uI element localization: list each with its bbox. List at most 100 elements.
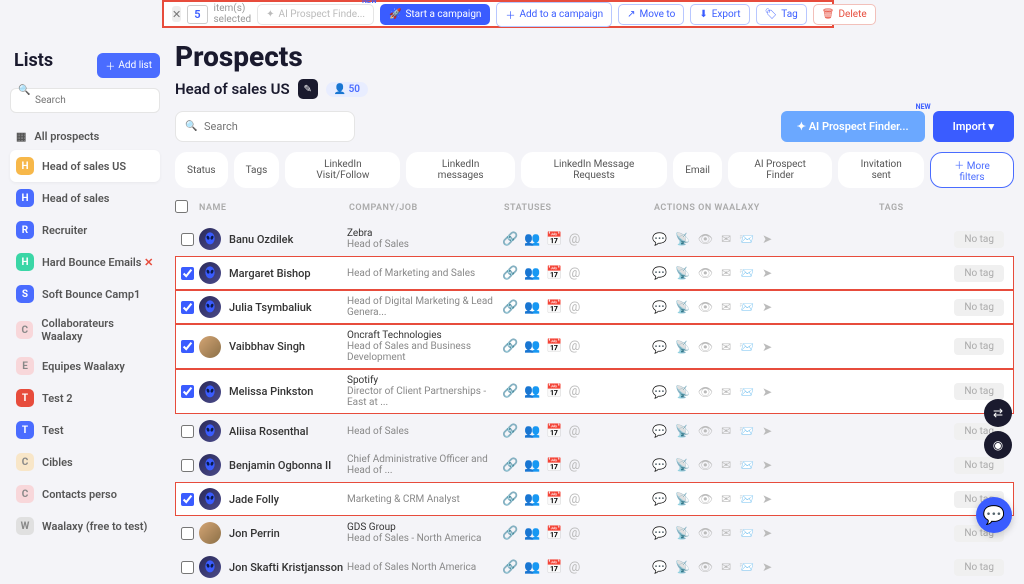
prospect-name[interactable]: Jon Perrin — [229, 527, 347, 540]
filter-chip[interactable]: AI Prospect Finder — [728, 152, 832, 188]
ai-prospect-finder-button[interactable]: ✦ AI Prospect Finde... — [257, 4, 374, 25]
people-icon: 👥 — [524, 266, 540, 281]
inbox-icon: 📨 — [739, 232, 754, 246]
no-tag-pill[interactable]: No tag — [954, 457, 1004, 474]
filter-chip[interactable]: Email — [673, 152, 722, 188]
import-button[interactable]: Import ▾ — [933, 111, 1014, 142]
no-tag-pill[interactable]: No tag — [954, 265, 1004, 282]
row-checkbox[interactable] — [181, 233, 194, 246]
row-checkbox[interactable] — [181, 340, 194, 353]
chat-icon: 💬 — [652, 232, 667, 246]
prospect-name[interactable]: Banu Ozdilek — [229, 233, 347, 246]
add-list-button[interactable]: ＋ Add list — [97, 53, 160, 78]
row-checkbox[interactable] — [181, 561, 194, 574]
prospect-row: Julia Tsymbaliuk Head of Digital Marketi… — [175, 290, 1014, 324]
people-icon: 👥 — [524, 232, 540, 247]
sidebar-list-item[interactable]: TTest 2 — [10, 382, 160, 414]
row-checkbox[interactable] — [181, 493, 194, 506]
sidebar-list-item[interactable]: HHard Bounce Emails ✕ — [10, 246, 160, 278]
discord-fab[interactable]: ◉ — [984, 431, 1012, 459]
sidebar-list-item[interactable]: HHead of sales US — [10, 150, 160, 182]
sidebar-list-item[interactable]: HHead of sales — [10, 182, 160, 214]
selected-count: 5 — [187, 5, 207, 24]
sidebar-list-item[interactable]: CCollaborateurs Waalaxy — [10, 310, 160, 350]
tag-button[interactable]: 🏷 Tag — [756, 4, 807, 25]
at-icon: @ — [569, 300, 581, 315]
action-icons: 💬📡👁✉📨➤ — [652, 560, 877, 574]
action-icons: 💬📡👁✉📨➤ — [652, 492, 877, 506]
select-all-checkbox[interactable] — [175, 200, 188, 213]
filter-chip[interactable]: LinkedIn messages — [406, 152, 514, 188]
sidebar-list-item[interactable]: EEquipes Waalaxy — [10, 350, 160, 382]
row-checkbox[interactable] — [181, 459, 194, 472]
prospect-name[interactable]: Julia Tsymbaliuk — [229, 301, 347, 314]
row-checkbox[interactable] — [181, 267, 194, 280]
rss-icon: 📡 — [675, 458, 690, 472]
no-tag-pill[interactable]: No tag — [954, 231, 1004, 248]
filter-chip[interactable]: LinkedIn Message Requests — [521, 152, 667, 188]
no-tag-pill[interactable]: No tag — [954, 383, 1004, 400]
start-campaign-button[interactable]: 🚀 Start a campaign — [380, 4, 490, 25]
sidebar-list-item[interactable]: RRecruiter — [10, 214, 160, 246]
at-icon: @ — [569, 266, 581, 281]
close-selection-button[interactable]: ✕ — [172, 6, 181, 22]
prospect-name[interactable]: Jon Skafti Kristjansson — [229, 561, 347, 574]
link-icon: 🔗 — [502, 339, 518, 354]
prospect-row: Benjamin Ogbonna II Chief Administrative… — [175, 448, 1014, 482]
all-prospects-link[interactable]: ▦ All prospects — [10, 123, 160, 150]
filter-chip[interactable]: Tags — [234, 152, 280, 188]
move-to-button[interactable]: ↗ Move to — [618, 4, 684, 25]
prospect-name[interactable]: Margaret Bishop — [229, 267, 347, 280]
sidebar-list-item[interactable]: SSoft Bounce Camp1 — [10, 278, 160, 310]
filter-chip[interactable]: Status — [175, 152, 228, 188]
export-button[interactable]: ⬇ Export — [690, 4, 749, 25]
inbox-icon: 📨 — [739, 492, 754, 506]
edit-list-button[interactable]: ✎ — [298, 79, 318, 99]
send-icon: ➤ — [762, 300, 772, 314]
sidebar-list-item[interactable]: CContacts perso — [10, 478, 160, 510]
row-checkbox[interactable] — [181, 385, 194, 398]
inbox-icon: 📨 — [739, 526, 754, 540]
ai-prospect-finder-main-button[interactable]: ✦ AI Prospect Finder... — [781, 111, 925, 142]
chat-fab[interactable]: 💬 — [976, 497, 1012, 533]
mail-icon: ✉ — [721, 300, 731, 314]
sidebar-list-item[interactable]: CCibles — [10, 446, 160, 478]
swap-fab[interactable]: ⇄ — [984, 399, 1012, 427]
chat-icon: 💬 — [652, 458, 667, 472]
filter-chip[interactable]: Invitation sent — [838, 152, 924, 188]
no-tag-pill[interactable]: No tag — [954, 559, 1004, 576]
sidebar-search-input[interactable] — [10, 88, 160, 113]
row-checkbox[interactable] — [181, 527, 194, 540]
row-checkbox[interactable] — [181, 425, 194, 438]
calendar-icon: 📅 — [546, 300, 562, 315]
prospect-name[interactable]: Jade Folly — [229, 493, 347, 506]
prospect-name[interactable]: Aliisa Rosenthal — [229, 425, 347, 438]
rss-icon: 📡 — [675, 526, 690, 540]
rss-icon: 📡 — [675, 340, 690, 354]
action-icons: 💬📡👁✉📨➤ — [652, 458, 877, 472]
more-filters-button[interactable]: ＋ More filters — [930, 152, 1014, 188]
no-tag-pill[interactable]: No tag — [954, 299, 1004, 316]
mail-icon: ✉ — [721, 385, 731, 399]
row-checkbox[interactable] — [181, 301, 194, 314]
eye-icon: 👁 — [698, 526, 713, 540]
avatar — [199, 488, 221, 510]
add-to-campaign-button[interactable]: ＋ Add to a campaign — [496, 2, 612, 27]
calendar-icon: 📅 — [546, 266, 562, 281]
selection-toolbar: ✕ 5 item(s) selected ✦ AI Prospect Finde… — [162, 0, 834, 28]
chat-icon: 💬 — [652, 424, 667, 438]
inbox-icon: 📨 — [739, 340, 754, 354]
sidebar-list-item[interactable]: TTest — [10, 414, 160, 446]
main-search-input[interactable] — [175, 111, 355, 142]
prospect-name[interactable]: Vaibbhav Singh — [229, 340, 347, 353]
filter-chip[interactable]: LinkedIn Visit/Follow — [285, 152, 400, 188]
prospect-name[interactable]: Melissa Pinkston — [229, 385, 347, 398]
prospect-name[interactable]: Benjamin Ogbonna II — [229, 459, 347, 472]
delete-button[interactable]: 🗑 Delete — [813, 4, 876, 25]
link-icon: 🔗 — [502, 384, 518, 399]
list-badge: C — [16, 485, 34, 503]
mail-icon: ✉ — [721, 560, 731, 574]
sidebar-list-item[interactable]: WWaalaxy (free to test) — [10, 510, 160, 542]
no-tag-pill[interactable]: No tag — [954, 338, 1004, 355]
prospect-row: Banu Ozdilek ZebraHead of Sales 🔗👥📅@ 💬📡👁… — [175, 222, 1014, 256]
